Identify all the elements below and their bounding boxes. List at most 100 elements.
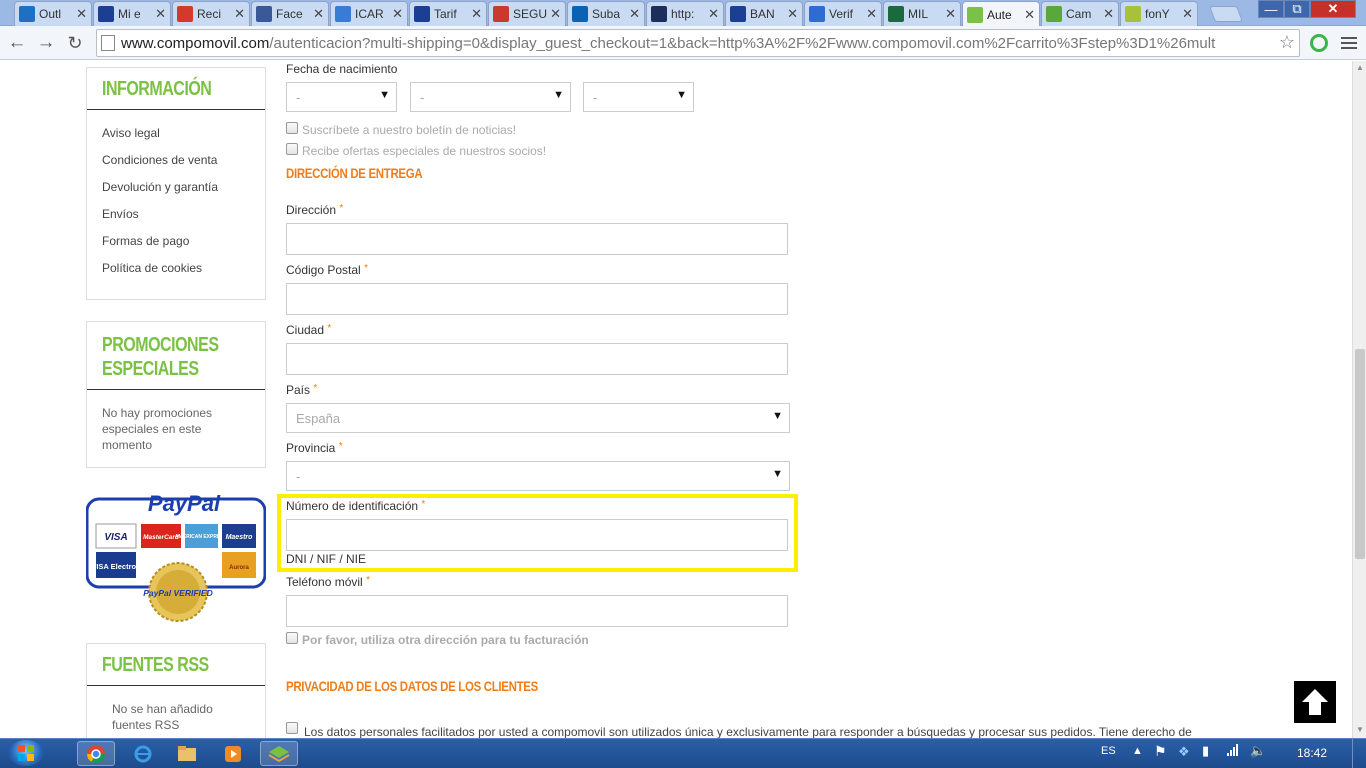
close-tab-icon[interactable]: ✕: [392, 6, 403, 22]
start-button[interactable]: [8, 740, 44, 766]
outlook-icon: [19, 6, 35, 22]
offers-label: Recibe ofertas especiales de nuestros so…: [302, 144, 547, 158]
information-link[interactable]: Condiciones de venta: [102, 153, 250, 180]
information-link[interactable]: Envíos: [102, 207, 250, 234]
city-input[interactable]: [286, 343, 788, 375]
postcode-input[interactable]: [286, 283, 788, 315]
extension-icon[interactable]: [1310, 34, 1328, 52]
newsletter-checkbox[interactable]: [286, 122, 298, 134]
offers-checkbox[interactable]: [286, 143, 298, 155]
url-path: /autenticacion?multi-shipping=0&display_…: [269, 35, 1216, 52]
other-address-checkbox[interactable]: [286, 632, 298, 644]
dropbox-icon[interactable]: ❖: [1178, 744, 1190, 760]
close-tab-icon[interactable]: ✕: [1182, 6, 1193, 22]
birth-month-select[interactable]: - ▼: [410, 82, 571, 112]
maximize-button[interactable]: ⧉: [1284, 0, 1310, 18]
reload-button[interactable]: ↻: [63, 31, 87, 55]
url-text[interactable]: www.compomovil.com/autenticacion?multi-s…: [121, 35, 1281, 52]
address-bar[interactable]: www.compomovil.com/autenticacion?multi-s…: [96, 29, 1300, 57]
chrome-menu-icon[interactable]: [1341, 37, 1357, 51]
close-tab-icon[interactable]: ✕: [1103, 6, 1114, 22]
tab-reci[interactable]: Reci ✕: [172, 1, 250, 26]
url-host: www.compomovil.com: [121, 35, 270, 52]
battery-icon[interactable]: ▮: [1202, 743, 1209, 759]
bookmark-star-icon[interactable]: ☆: [1279, 32, 1295, 53]
close-tab-icon[interactable]: ✕: [629, 6, 640, 22]
internet-explorer-icon[interactable]: [124, 741, 162, 766]
birth-day-select[interactable]: - ▼: [286, 82, 397, 112]
information-link[interactable]: Formas de pago: [102, 234, 250, 261]
close-tab-icon[interactable]: ✕: [945, 6, 956, 22]
tab-suba[interactable]: Suba ✕: [567, 1, 645, 26]
tab-face[interactable]: Face ✕: [251, 1, 329, 26]
tab-ban[interactable]: BAN ✕: [725, 1, 803, 26]
new-tab-button[interactable]: [1209, 6, 1243, 22]
mobile-input[interactable]: [286, 595, 788, 627]
file-explorer-icon[interactable]: [168, 741, 206, 766]
address-input[interactable]: [286, 223, 788, 255]
volume-icon[interactable]: 🔈: [1250, 743, 1266, 759]
gmail-icon: [177, 6, 193, 22]
tab-label: Tarif: [434, 7, 457, 21]
paypal-badge[interactable]: PayPal VISA MasterCard AMERICAN EXPRESS …: [85, 489, 267, 622]
show-desktop-button[interactable]: [1352, 739, 1366, 768]
close-tab-icon[interactable]: ✕: [234, 6, 245, 22]
close-tab-icon[interactable]: ✕: [76, 6, 87, 22]
close-tab-icon[interactable]: ✕: [471, 6, 482, 22]
tab-outl[interactable]: Outl ✕: [14, 1, 92, 26]
scroll-down-icon[interactable]: ▼: [1356, 725, 1364, 734]
action-center-flag-icon[interactable]: ⚑: [1154, 743, 1167, 760]
tab-segu[interactable]: SEGU ✕: [488, 1, 566, 26]
scrollbar-thumb[interactable]: [1355, 349, 1365, 559]
tab-label: Aute: [987, 7, 1012, 22]
close-tab-icon[interactable]: ✕: [313, 6, 324, 22]
forward-button[interactable]: →: [34, 31, 58, 55]
tab-cam[interactable]: Cam ✕: [1041, 1, 1119, 26]
language-indicator[interactable]: ES: [1101, 745, 1116, 757]
tab-icar[interactable]: ICAR ✕: [330, 1, 408, 26]
information-link[interactable]: Devolución y garantía: [102, 180, 250, 207]
network-signal-icon[interactable]: [1226, 743, 1240, 760]
tab-mil[interactable]: MIL ✕: [883, 1, 961, 26]
compomovil-icon: [967, 6, 983, 23]
tab-fony[interactable]: fonY ✕: [1120, 1, 1198, 26]
id-number-input[interactable]: [286, 519, 788, 551]
show-hidden-icons[interactable]: ▲: [1132, 745, 1143, 757]
scroll-to-top-button[interactable]: [1294, 681, 1336, 723]
information-link[interactable]: Aviso legal: [102, 126, 250, 153]
back-button[interactable]: ←: [5, 31, 29, 55]
chrome-taskbar-icon[interactable]: [77, 741, 115, 766]
tab-mie[interactable]: Mi e ✕: [93, 1, 171, 26]
clock[interactable]: 18:42: [1297, 746, 1327, 760]
tab-aute[interactable]: Aute ✕: [962, 1, 1040, 27]
bird-icon: [335, 6, 351, 22]
verify-icon: [809, 6, 825, 22]
close-tab-icon[interactable]: ✕: [708, 6, 719, 22]
close-tab-icon[interactable]: ✕: [550, 6, 561, 22]
scroll-up-icon[interactable]: ▲: [1356, 63, 1364, 72]
chevron-down-icon: ▼: [379, 89, 390, 101]
rss-title: FUENTES RSS: [87, 644, 265, 686]
information-link[interactable]: Política de cookies: [102, 261, 250, 288]
tab-tarif[interactable]: Tarif ✕: [409, 1, 487, 26]
close-tab-icon[interactable]: ✕: [787, 6, 798, 22]
layers-app-icon[interactable]: [260, 741, 298, 766]
page-scrollbar[interactable]: ▲ ▼: [1352, 61, 1366, 738]
close-window-button[interactable]: ✕: [1310, 0, 1356, 18]
minimize-button[interactable]: —: [1258, 0, 1284, 18]
country-select[interactable]: España ▼: [286, 403, 790, 433]
media-player-icon[interactable]: [214, 741, 252, 766]
privacy-checkbox[interactable]: [286, 722, 298, 734]
tab-verif[interactable]: Verif ✕: [804, 1, 882, 26]
close-tab-icon[interactable]: ✕: [866, 6, 877, 22]
rss-text: No se han añadido fuentes RSS: [112, 702, 213, 732]
province-select[interactable]: - ▼: [286, 461, 790, 491]
browser-toolbar: ← → ↻ www.compomovil.com/autenticacion?m…: [0, 26, 1366, 60]
promotions-text: No hay promociones especiales en este mo…: [102, 406, 213, 452]
paypal-graphic: PayPal VISA MasterCard AMERICAN EXPRESS …: [85, 491, 267, 622]
tab-http[interactable]: http: ✕: [646, 1, 724, 26]
birth-year-select[interactable]: - ▼: [583, 82, 694, 112]
close-tab-icon[interactable]: ✕: [1024, 7, 1035, 23]
close-tab-icon[interactable]: ✕: [155, 6, 166, 22]
card-aurora: Aurora: [229, 565, 249, 571]
